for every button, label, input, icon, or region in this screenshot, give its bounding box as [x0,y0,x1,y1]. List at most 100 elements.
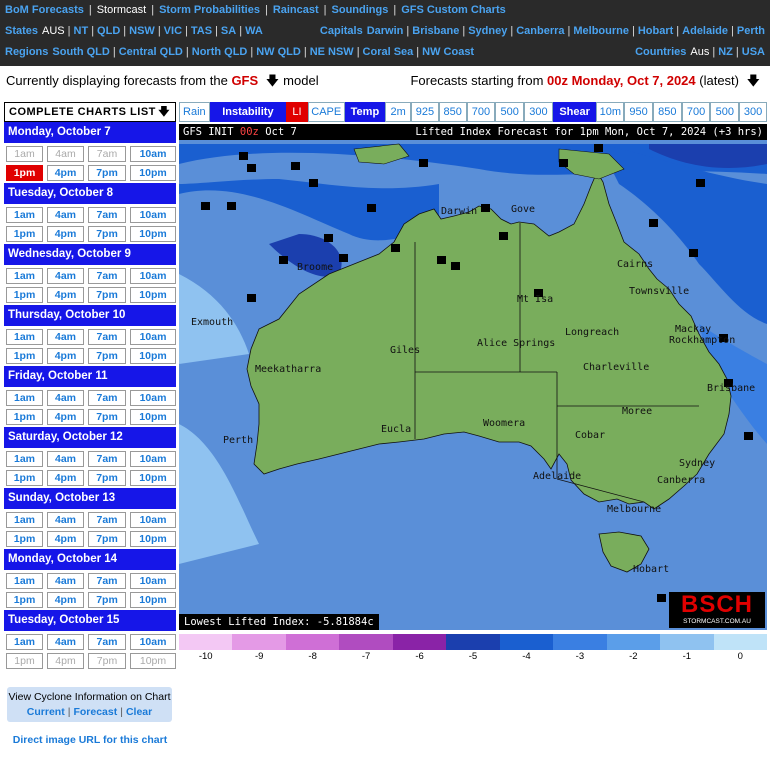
time-button-1pm[interactable]: 1pm [6,287,43,303]
region-link-nw-coast[interactable]: NW Coast [422,46,474,58]
time-button-7am[interactable]: 7am [88,207,126,223]
tab-925[interactable]: 925 [411,102,439,122]
time-button-1pm[interactable]: 1pm [6,165,43,181]
tab-2m[interactable]: 2m [385,102,412,122]
cyclone-forecast-link[interactable]: Forecast [73,706,117,718]
time-button-4am[interactable]: 4am [47,207,84,223]
state-link-sa[interactable]: SA [221,25,236,37]
time-button-1am[interactable]: 1am [6,634,43,650]
cyclone-current-link[interactable]: Current [27,706,65,718]
time-button-10pm[interactable]: 10pm [130,226,176,242]
nav-link-bom-forecasts[interactable]: BoM Forecasts [5,4,84,16]
state-link-wa[interactable]: WA [245,25,263,37]
capital-link-hobart[interactable]: Hobart [638,25,673,37]
time-button-1am[interactable]: 1am [6,512,43,528]
tab-500[interactable]: 500 [710,102,740,122]
nav-link-raincast[interactable]: Raincast [273,4,319,16]
time-button-4pm[interactable]: 4pm [47,592,84,608]
time-button-1am[interactable]: 1am [6,329,43,345]
time-button-4am[interactable]: 4am [47,512,84,528]
tab-850[interactable]: 850 [652,102,682,122]
tab-500[interactable]: 500 [495,102,525,122]
time-button-7am[interactable]: 7am [88,268,126,284]
tab-300[interactable]: 300 [524,102,553,122]
time-button-4pm[interactable]: 4pm [47,531,84,547]
cyclone-clear-link[interactable]: Clear [126,706,152,718]
time-button-1pm[interactable]: 1pm [6,348,43,364]
time-button-4am[interactable]: 4am [47,329,84,345]
time-button-7am[interactable]: 7am [88,573,126,589]
time-button-10am[interactable]: 10am [130,329,176,345]
time-button-10pm[interactable]: 10pm [130,470,176,486]
time-button-4am[interactable]: 4am [47,573,84,589]
time-button-10pm[interactable]: 10pm [130,348,176,364]
time-button-10pm[interactable]: 10pm [130,165,176,181]
tab-li[interactable]: LI [286,102,308,122]
country-link-usa[interactable]: USA [742,46,765,58]
state-link-aus[interactable]: AUS [42,25,65,37]
tab-700[interactable]: 700 [681,102,711,122]
time-button-4pm[interactable]: 4pm [47,348,84,364]
country-link-nz[interactable]: NZ [718,46,733,58]
run-selector[interactable]: Forecasts starting from 00z Monday, Oct … [410,66,764,96]
time-button-4pm[interactable]: 4pm [47,470,84,486]
nav-link-soundings[interactable]: Soundings [332,4,389,16]
down-arrow-icon[interactable]: 🡇 [266,66,279,96]
state-link-nsw[interactable]: NSW [129,25,155,37]
region-link-central-qld[interactable]: Central QLD [119,46,183,58]
tab-cape[interactable]: CAPE [307,102,345,122]
time-button-10am[interactable]: 10am [130,390,176,406]
time-button-10am[interactable]: 10am [130,512,176,528]
time-button-7pm[interactable]: 7pm [88,409,126,425]
time-button-7am[interactable]: 7am [88,512,126,528]
time-button-10am[interactable]: 10am [130,207,176,223]
model-name[interactable]: GFS [231,73,258,88]
time-button-10pm[interactable]: 10pm [130,287,176,303]
time-button-10am[interactable]: 10am [130,451,176,467]
capital-link-brisbane[interactable]: Brisbane [412,25,459,37]
region-link-north-qld[interactable]: North QLD [192,46,248,58]
nav-link-storm-probabilities[interactable]: Storm Probabilities [159,4,260,16]
tab-300[interactable]: 300 [739,102,767,122]
time-button-10pm[interactable]: 10pm [130,409,176,425]
time-button-4am[interactable]: 4am [47,634,84,650]
tab-shear[interactable]: Shear [552,102,597,122]
capital-link-sydney[interactable]: Sydney [468,25,507,37]
time-button-1am[interactable]: 1am [6,268,43,284]
time-button-4pm[interactable]: 4pm [47,409,84,425]
direct-image-url-link[interactable]: Direct image URL for this chart [4,734,176,746]
time-button-10pm[interactable]: 10pm [130,531,176,547]
country-link-aus[interactable]: Aus [690,46,709,58]
time-button-7pm[interactable]: 7pm [88,592,126,608]
time-button-7pm[interactable]: 7pm [88,287,126,303]
region-link-nw-qld[interactable]: NW QLD [256,46,301,58]
tab-950[interactable]: 950 [624,102,653,122]
tab-10m[interactable]: 10m [596,102,625,122]
time-button-1am[interactable]: 1am [6,207,43,223]
time-button-1am[interactable]: 1am [6,451,43,467]
capital-link-melbourne[interactable]: Melbourne [573,25,629,37]
time-button-4pm[interactable]: 4pm [47,226,84,242]
nav-link-gfs-custom-charts[interactable]: GFS Custom Charts [401,4,506,16]
state-link-qld[interactable]: QLD [97,25,120,37]
state-link-vic[interactable]: VIC [164,25,182,37]
time-button-1am[interactable]: 1am [6,573,43,589]
tab-850[interactable]: 850 [438,102,467,122]
nav-link-stormcast[interactable]: Stormcast [97,4,147,16]
start-value[interactable]: 00z Monday, Oct 7, 2024 [547,73,696,88]
time-button-7am[interactable]: 7am [88,329,126,345]
time-button-10am[interactable]: 10am [130,634,176,650]
time-button-10am[interactable]: 10am [130,146,176,162]
time-button-4am[interactable]: 4am [47,390,84,406]
complete-charts-list-button[interactable]: COMPLETE CHARTS LIST 🡇 [4,102,176,122]
time-button-10am[interactable]: 10am [130,268,176,284]
time-button-1pm[interactable]: 1pm [6,592,43,608]
down-arrow-icon[interactable]: 🡇 [747,66,760,96]
time-button-10am[interactable]: 10am [130,573,176,589]
capital-link-adelaide[interactable]: Adelaide [682,25,728,37]
time-button-7pm[interactable]: 7pm [88,226,126,242]
tab-instability[interactable]: Instability [209,102,287,122]
state-link-tas[interactable]: TAS [191,25,212,37]
time-button-1pm[interactable]: 1pm [6,226,43,242]
forecast-map[interactable]: GFS INIT 00z Oct 7 Lifted Index Forecast… [179,124,767,630]
